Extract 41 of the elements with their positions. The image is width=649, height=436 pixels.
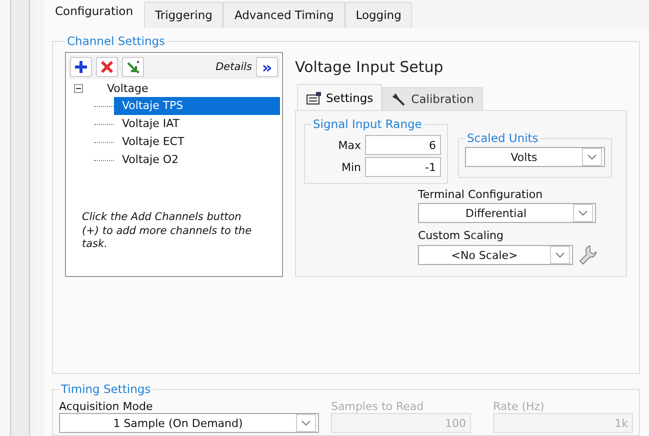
details-button[interactable]: » [256,57,278,77]
tab[interactable]: Configuration [44,0,144,28]
tree-item[interactable]: Voltaje TPS [114,97,280,115]
tab[interactable]: Logging [344,2,412,28]
field-label: Min [341,160,361,174]
hint-text: Click the Add Channels button (+) to add more channels to the task. [82,211,253,252]
group-title: Scaled Units [466,131,540,145]
min-field[interactable]: -1 [365,157,441,177]
mode-dropdown[interactable]: 1 Sample (On Demand) [59,413,319,433]
tab[interactable]: Calibration [382,87,483,110]
field-label: Acquisition Mode [59,400,154,413]
tab[interactable]: Advanced Timing [223,2,345,28]
close-icon [100,60,114,74]
tab[interactable]: Triggering [144,2,224,28]
field-label: Samples to Read [331,400,425,413]
field-label: Max [338,138,361,152]
caret-icon [573,204,593,222]
arrow-icon [126,60,140,74]
caret-icon [550,246,570,264]
group-title: Channel Settings [66,34,166,48]
field-label: Terminal Configuration [418,188,544,201]
units-dropdown[interactable]: Volts [465,147,605,167]
caret-icon [296,414,316,432]
scaling-dropdown[interactable]: <No Scale> [418,245,573,265]
collapse-icon[interactable] [74,84,83,92]
tree-item[interactable]: Voltaje ECT [114,133,280,151]
group-title: Signal Input Range [312,117,423,131]
field-label: Custom Scaling [418,229,504,242]
setup-title: Voltage Input Setup [295,58,444,76]
terminal-dropdown[interactable]: Differential [418,203,596,223]
max-field[interactable]: 6 [365,135,441,155]
field-label: Rate (Hz) [493,400,546,413]
caret-icon [582,148,602,166]
tree-item[interactable]: Voltaje O2 [114,151,280,169]
form-icon [306,91,322,105]
details-label: Details [216,61,252,73]
group-title: Timing Settings [60,382,152,396]
plus-icon [74,60,88,74]
tab[interactable]: Settings [297,84,382,110]
tree-item[interactable]: Voltaje IAT [114,115,280,133]
tree-item[interactable]: Voltage [68,79,280,97]
